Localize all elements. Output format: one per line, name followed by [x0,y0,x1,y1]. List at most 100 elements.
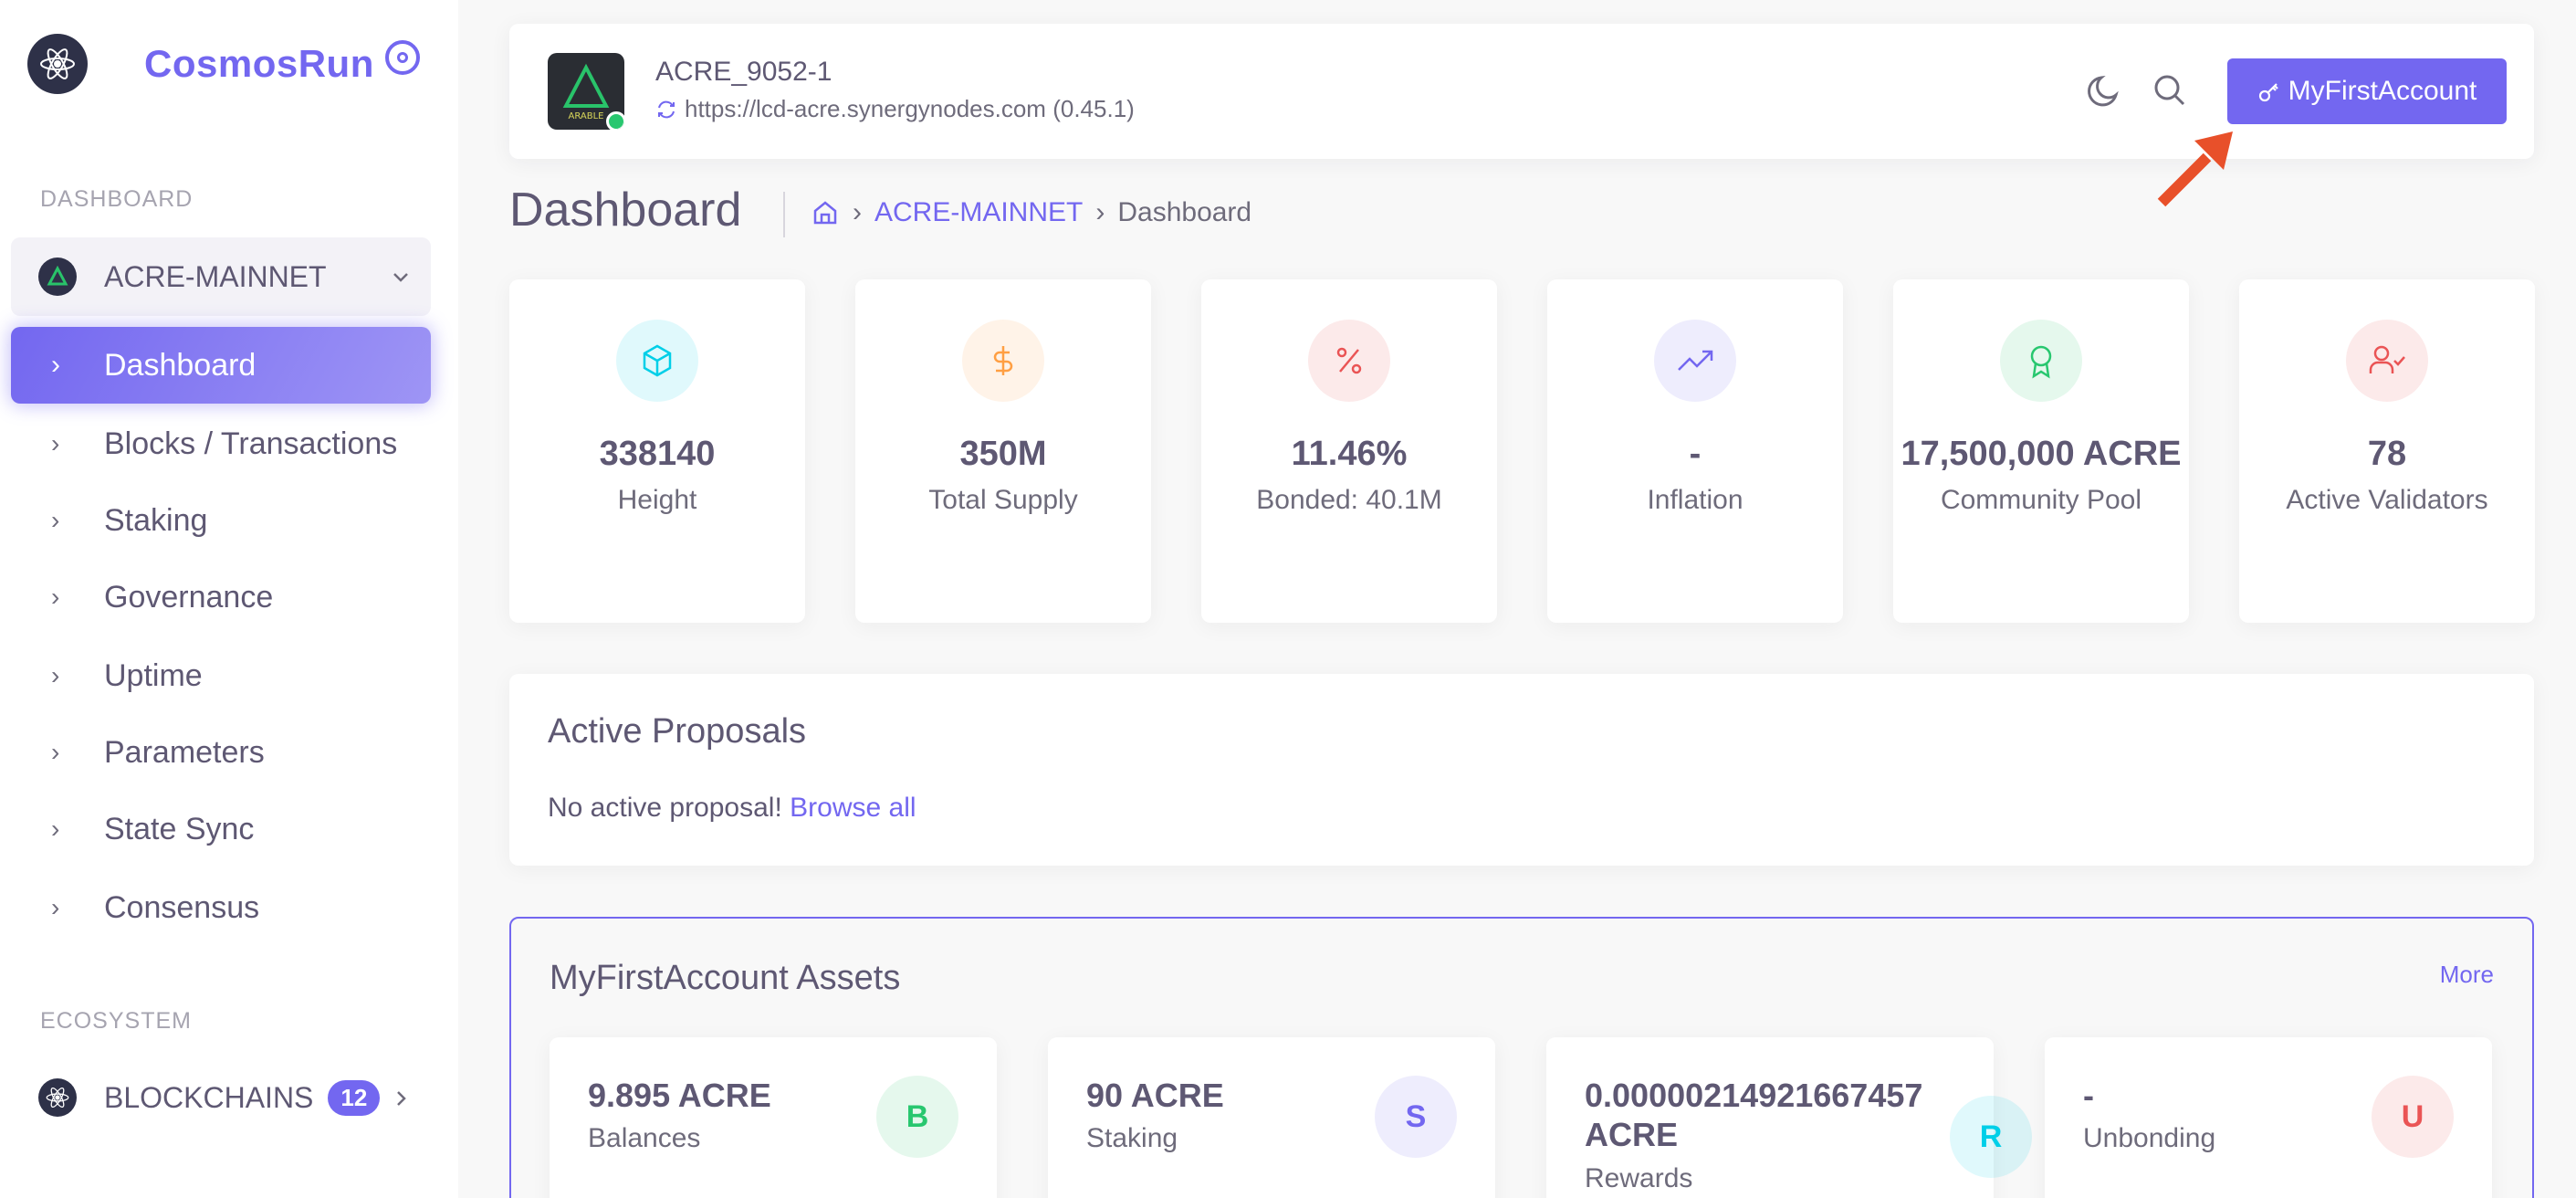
chain-selector-label: ACRE-MAINNET [104,259,327,293]
asset-value: 90 ACRE [1086,1077,1224,1114]
avatar: S [1375,1076,1457,1158]
brand[interactable]: CosmosRun [27,33,374,95]
nav-item-label: Parameters [104,734,265,770]
stat-card-inflation: - Inflation [1547,279,1843,623]
nav-item-label: State Sync [104,811,255,846]
annotation-arrow-icon [2157,131,2233,207]
sidebar: CosmosRun DASHBOARD ACRE-MAINNET › Dashb… [0,0,458,1198]
page-title: Dashboard [509,184,742,236]
trending-up-icon [1654,320,1736,402]
asset-value: 0.00000214921667457 ACRE [1585,1077,1923,1153]
percent-icon [1308,320,1390,402]
nav-item-blockchains[interactable]: BLOCKCHAINS 12 [11,1059,431,1136]
search-icon[interactable] [2149,69,2191,111]
stat-label: Total Supply [928,485,1078,515]
account-button[interactable]: MyFirstAccount [2227,58,2507,124]
nav-item-governance[interactable]: › Governance [11,559,431,636]
assets-title: MyFirstAccount Assets [550,959,901,997]
nav-item-consensus[interactable]: › Consensus [11,869,431,946]
nav-item-staking[interactable]: › Staking [11,482,431,559]
box-icon [616,320,698,402]
chevron-right-icon: › [51,350,60,380]
stat-card-community-pool: 17,500,000 ACRE Community Pool [1893,279,2189,623]
active-proposals-title: Active Proposals [548,712,807,751]
dashboard-section-header: DASHBOARD [40,186,194,212]
nav-item-state-sync[interactable]: › State Sync [11,791,431,867]
browse-all-link[interactable]: Browse all [790,793,916,823]
acre-logo-icon [38,257,77,296]
avatar: B [876,1076,958,1158]
home-icon[interactable] [811,198,840,227]
stat-value: 11.46% [1291,435,1408,473]
chain-id: ACRE_9052-1 [655,57,832,87]
key-icon [2258,83,2278,102]
no-proposals-message: No active proposal! Browse all [548,793,916,824]
nav-item-label: Dashboard [104,347,257,383]
network-logo: ARABLE [548,53,624,130]
stat-card-total-supply: 350M Total Supply [855,279,1151,623]
moon-icon[interactable] [2083,69,2125,111]
award-icon [2000,320,2082,402]
nav-item-dashboard[interactable]: › Dashboard [11,327,431,404]
endpoint-switcher[interactable]: https://lcd-acre.synergynodes.com (0.45.… [655,95,1135,123]
stat-value: 78 [2367,435,2407,473]
nav-item-parameters[interactable]: › Parameters [11,714,431,791]
cosmos-logo-icon [38,1078,77,1117]
stat-label: Active Validators [2286,485,2488,515]
asset-value: - [2083,1077,2094,1114]
stat-value: 17,500,000 ACRE [1901,435,2182,473]
breadcrumb-chain-link[interactable]: ACRE-MAINNET [874,197,1083,228]
chain-selector[interactable]: ACRE-MAINNET [11,237,431,316]
stat-value: - [1689,435,1702,473]
chevron-right-icon: › [51,738,60,766]
breadcrumb-chevron-icon: › [1095,197,1105,227]
chevron-right-icon: › [51,583,60,611]
stat-label: Bonded: 40.1M [1256,485,1442,515]
chevron-right-icon: › [51,661,60,689]
nav-item-label: Consensus [104,889,260,925]
breadcrumb-divider [783,192,785,237]
avatar: R [1950,1096,2032,1178]
nav-item-label: Staking [104,502,208,538]
asset-card-unbonding: - Unbonding U [2045,1037,2492,1198]
nav-item-uptime[interactable]: › Uptime [11,637,431,714]
endpoint-url: https://lcd-acre.synergynodes.com [685,95,1046,122]
breadcrumb: › ACRE-MAINNET › Dashboard [811,197,1251,228]
nav-item-blocks-transactions[interactable]: › Blocks / Transactions [11,405,431,482]
asset-label: Staking [1086,1123,1178,1153]
chevron-right-icon [397,1091,406,1106]
stat-card-bonded: 11.46% Bonded: 40.1M [1201,279,1497,623]
dollar-icon [962,320,1044,402]
asset-card-balances: 9.895 ACRE Balances B [550,1037,997,1198]
account-assets-card: MyFirstAccount Assets More 9.895 ACRE Ba… [509,917,2534,1198]
assets-more-link[interactable]: More [2440,961,2494,989]
asset-value: 9.895 ACRE [588,1077,771,1114]
asset-label: Rewards [1585,1163,1693,1193]
nav-item-label: Uptime [104,657,203,693]
ecosystem-section-header: ECOSYSTEM [40,1008,192,1034]
stat-value: 350M [959,435,1047,473]
endpoint-version: (0.45.1) [1052,95,1135,122]
stat-card-height: 338140 Height [509,279,805,623]
stat-label: Inflation [1647,485,1744,515]
chevron-right-icon: › [51,429,60,457]
nav-item-label: Blocks / Transactions [104,426,398,461]
sidebar-toggle-icon[interactable] [385,40,420,75]
asset-card-rewards: 0.00000214921667457 ACRE Rewards R [1546,1037,2032,1198]
nav-item-label: Governance [104,579,274,615]
user-check-icon [2346,320,2428,402]
empty-text: No active proposal! [548,793,782,823]
chevron-right-icon: › [51,506,60,534]
breadcrumb-current: Dashboard [1117,197,1252,227]
breadcrumb-chevron-icon: › [853,197,862,227]
active-proposals-card: Active Proposals No active proposal! Bro… [509,674,2534,866]
cosmos-logo-icon [27,34,88,94]
blockchains-label: BLOCKCHAINS [104,1080,314,1114]
chevron-down-icon [393,273,408,282]
stat-value: 338140 [599,435,716,473]
asset-card-staking: 90 ACRE Staking S [1048,1037,1495,1198]
chevron-right-icon: › [51,893,60,921]
asset-label: Unbonding [2083,1123,2216,1153]
blockchains-count-badge: 12 [328,1079,381,1116]
online-status-dot [606,111,624,130]
